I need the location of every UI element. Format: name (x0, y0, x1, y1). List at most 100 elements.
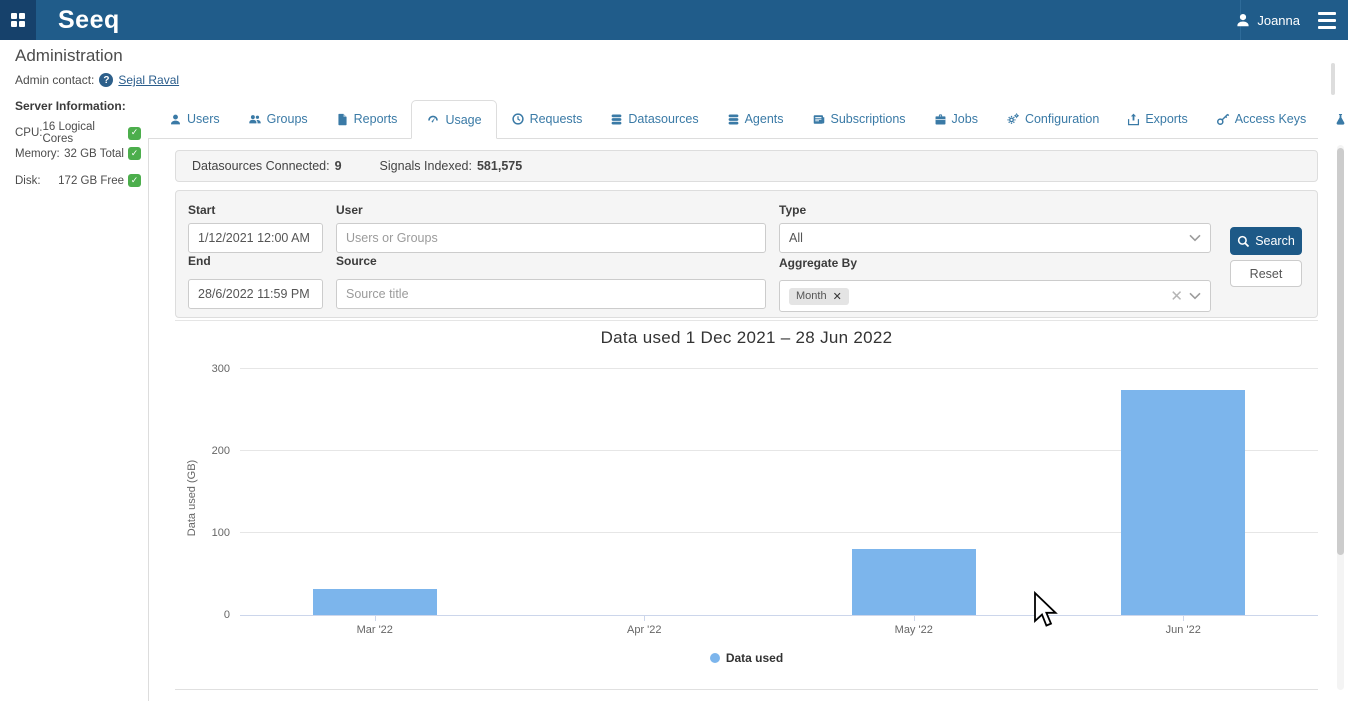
server-info-title: Server Information: (15, 99, 126, 113)
server-stat-memory: Memory: 32 GB Total ✓ (15, 147, 141, 160)
server-stat-cpu: CPU: 16 Logical Cores ✓ (15, 121, 141, 145)
end-label: End (188, 254, 211, 268)
seeq-logo[interactable]: Seeq (58, 6, 120, 35)
x-tick (1183, 615, 1184, 621)
gauge-icon (426, 113, 440, 126)
plot-area: 0100200300Mar '22Apr '22May '22Jun '22 (240, 369, 1318, 616)
end-date-input[interactable] (188, 279, 323, 309)
navbar: Seeq Joanna (0, 0, 1348, 40)
bar-jun22[interactable] (1121, 390, 1245, 616)
users-icon (248, 113, 262, 126)
user-icon (1235, 12, 1251, 28)
user-input[interactable] (336, 223, 766, 253)
export-icon (1127, 113, 1140, 126)
reset-button[interactable]: Reset (1230, 260, 1302, 287)
check-icon: ✓ (128, 147, 141, 160)
grid-icon (11, 13, 26, 28)
newspaper-icon (812, 113, 826, 126)
key-icon (1216, 112, 1230, 126)
search-icon (1237, 235, 1250, 248)
administration-page: Seeq Joanna Administration Admin contact… (0, 0, 1348, 701)
y-tick-label: 100 (212, 527, 230, 539)
tab-jobs[interactable]: Jobs (920, 100, 992, 138)
disk-label: Disk: (15, 175, 41, 187)
type-select[interactable]: All (779, 223, 1211, 253)
tab-exports[interactable]: Exports (1113, 100, 1201, 138)
report-icon (336, 113, 349, 126)
tab-usage[interactable]: Usage (411, 100, 496, 139)
tab-bar: Users Groups Reports Usage Requests Data… (148, 100, 1318, 139)
memory-value: 32 GB Total (64, 148, 128, 160)
type-label: Type (779, 203, 806, 217)
tab-requests[interactable]: Requests (497, 100, 597, 138)
signals-indexed-value: 581,575 (477, 159, 522, 173)
aggregate-by-label: Aggregate By (779, 256, 857, 270)
y-tick-label: 200 (212, 445, 230, 457)
user-menu[interactable]: Joanna (1235, 12, 1300, 28)
y-tick-label: 300 (212, 363, 230, 375)
help-icon[interactable]: ? (99, 73, 113, 87)
server-stat-disk: Disk: 172 GB Free ✓ (15, 174, 141, 187)
status-panel: Datasources Connected: 9 Signals Indexed… (175, 150, 1318, 182)
x-axis-label: Mar '22 (357, 624, 393, 636)
tab-plugins[interactable]: Plugins (1320, 100, 1348, 138)
scrollbar-thumb-secondary[interactable] (1331, 63, 1335, 95)
scrollbar-thumb[interactable] (1337, 148, 1344, 555)
app-switcher-button[interactable] (0, 0, 36, 40)
clear-select-icon[interactable]: ✕ (1164, 287, 1189, 305)
signals-indexed-label: Signals Indexed: (380, 159, 472, 173)
database-icon (727, 113, 740, 126)
chart-legend[interactable]: Data used (175, 651, 1318, 665)
aggregate-by-select[interactable]: Month ✕ ✕ (779, 280, 1211, 312)
tab-agents[interactable]: Agents (713, 100, 798, 138)
admin-contact-link[interactable]: Sejal Raval (118, 73, 179, 87)
remove-tag-icon[interactable]: ✕ (833, 290, 842, 303)
chevron-down-icon (1189, 292, 1201, 300)
history-icon (511, 112, 525, 126)
gridline (240, 368, 1318, 369)
tab-reports[interactable]: Reports (322, 100, 412, 138)
start-label: Start (188, 203, 215, 217)
bar-mar22[interactable] (313, 589, 437, 615)
user-label: User (336, 203, 363, 217)
check-icon: ✓ (128, 174, 141, 187)
x-tick (375, 615, 376, 621)
admin-contact-label: Admin contact: (15, 73, 94, 87)
cpu-label: CPU: (15, 127, 42, 139)
search-button[interactable]: Search (1230, 227, 1302, 255)
chart-title: Data used 1 Dec 2021 – 28 Jun 2022 (175, 328, 1318, 348)
type-selected-value: All (789, 231, 803, 245)
content-border (148, 139, 149, 701)
tab-configuration[interactable]: Configuration (992, 100, 1113, 138)
x-axis-label: Apr '22 (627, 624, 662, 636)
x-tick (914, 615, 915, 621)
bar-may22[interactable] (852, 549, 976, 615)
start-date-input[interactable] (188, 223, 323, 253)
filter-panel: Start User Type All End Source Aggregate… (175, 190, 1318, 318)
hamburger-menu-icon[interactable] (1318, 12, 1340, 29)
flask-icon (1334, 113, 1347, 126)
check-icon: ✓ (128, 127, 141, 140)
tab-groups[interactable]: Groups (234, 100, 322, 138)
tab-subscriptions[interactable]: Subscriptions (798, 100, 920, 138)
briefcase-icon (934, 113, 947, 126)
memory-label: Memory: (15, 148, 60, 160)
legend-label: Data used (726, 651, 783, 665)
datasources-connected-value: 9 (335, 159, 342, 173)
user-icon (169, 113, 182, 126)
disk-value: 172 GB Free (58, 175, 128, 187)
chevron-down-icon (1189, 234, 1201, 242)
tab-access-keys[interactable]: Access Keys (1202, 100, 1321, 138)
cpu-value: 16 Logical Cores (42, 121, 128, 145)
database-icon (610, 113, 623, 126)
datasources-connected-label: Datasources Connected: (192, 159, 330, 173)
y-tick-label: 0 (224, 609, 230, 621)
source-input[interactable] (336, 279, 766, 309)
tab-datasources[interactable]: Datasources (596, 100, 712, 138)
x-axis-label: May '22 (895, 624, 933, 636)
source-label: Source (336, 254, 377, 268)
user-name: Joanna (1257, 13, 1300, 28)
mouse-cursor (1033, 591, 1059, 631)
x-tick (644, 615, 645, 621)
tab-users[interactable]: Users (155, 100, 234, 138)
